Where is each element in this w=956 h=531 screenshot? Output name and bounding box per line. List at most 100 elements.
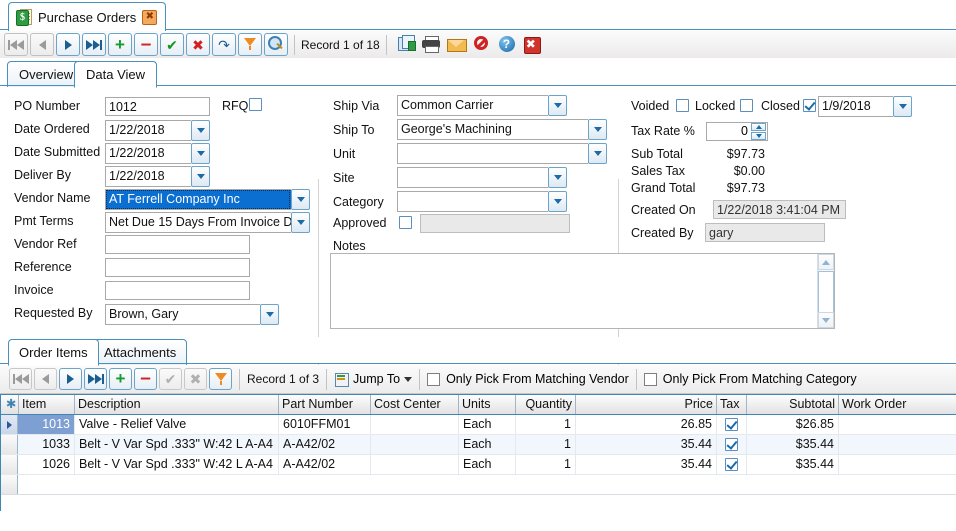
grid-header-item[interactable]: Item <box>19 395 75 414</box>
cross-icon[interactable]: ✖ <box>186 33 210 56</box>
cell-tax[interactable] <box>717 435 747 454</box>
scroll-up-icon[interactable] <box>818 254 834 270</box>
category-combo[interactable] <box>397 191 567 212</box>
grid-last-record-icon[interactable] <box>84 368 107 390</box>
chevron-down-icon[interactable] <box>588 143 607 164</box>
copy-icon[interactable] <box>396 34 418 55</box>
grid-header-description[interactable]: Description <box>75 395 279 414</box>
first-record-icon[interactable] <box>4 33 28 56</box>
cell-subtotal[interactable]: $35.44 <box>747 455 839 474</box>
cell-units[interactable]: Each <box>459 415 516 434</box>
cell-price[interactable]: 26.85 <box>576 415 717 434</box>
chevron-down-icon[interactable] <box>291 189 310 210</box>
tax-rate-stepper[interactable]: 0 <box>706 122 768 141</box>
site-combo[interactable] <box>397 167 567 188</box>
grid-header-quantity[interactable]: Quantity <box>516 395 576 414</box>
grid-first-record-icon[interactable] <box>9 368 32 390</box>
printer-icon[interactable] <box>421 34 443 55</box>
envelope-icon[interactable] <box>446 34 468 55</box>
cell-work-order[interactable] <box>839 455 956 474</box>
help-icon[interactable]: ? <box>496 34 518 55</box>
row-indicator[interactable] <box>1 435 18 454</box>
grid-header-cost-center[interactable]: Cost Center <box>371 395 459 414</box>
close-red-icon[interactable]: ✖ <box>521 34 543 55</box>
cell-part-number[interactable]: A-A42/02 <box>279 435 371 454</box>
grid-filter-icon[interactable] <box>209 368 232 390</box>
tax-checkbox[interactable] <box>725 458 738 472</box>
cell-quantity[interactable]: 1 <box>516 415 576 434</box>
table-row-new[interactable] <box>1 475 956 495</box>
grid-header-tax[interactable]: Tax <box>717 395 747 414</box>
grid-select-all-icon[interactable]: ✱ <box>3 395 19 414</box>
table-row[interactable]: 1033 Belt - V Var Spd .333" W:42 L A-A4 … <box>1 435 956 455</box>
cell-part-number[interactable]: 6010FFM01 <box>279 415 371 434</box>
close-icon[interactable]: ✖ <box>142 9 158 25</box>
vendor-ref-input[interactable] <box>105 235 250 254</box>
cell-subtotal[interactable]: $35.44 <box>747 435 839 454</box>
cell-price[interactable]: 35.44 <box>576 455 717 474</box>
only-pick-vendor-checkbox[interactable] <box>427 372 441 386</box>
chevron-down-icon[interactable] <box>548 167 567 188</box>
chevron-down-icon[interactable] <box>191 143 210 164</box>
cell-work-order[interactable] <box>839 435 956 454</box>
scroll-down-icon[interactable] <box>818 312 834 328</box>
date-submitted-picker[interactable]: 1/22/2018 <box>105 143 210 164</box>
cell-item[interactable]: 1026 <box>18 455 75 474</box>
grid-header-part-number[interactable]: Part Number <box>279 395 371 414</box>
redo-icon[interactable]: ↷ <box>212 33 236 56</box>
tax-checkbox[interactable] <box>725 418 738 432</box>
cell-subtotal[interactable]: $26.85 <box>747 415 839 434</box>
last-record-icon[interactable] <box>82 33 106 56</box>
previous-record-icon[interactable] <box>30 33 54 56</box>
grid-cancel-row-icon[interactable]: ✖ <box>184 368 207 390</box>
row-indicator-new[interactable] <box>1 475 18 494</box>
chevron-down-icon[interactable] <box>548 191 567 212</box>
plus-icon[interactable]: + <box>108 33 132 56</box>
only-pick-category-checkbox[interactable] <box>643 372 657 386</box>
only-pick-category-checkbox-wrap[interactable]: Only Pick From Matching Category <box>643 372 857 386</box>
cell-tax[interactable] <box>717 415 747 434</box>
cell-tax[interactable] <box>717 455 747 474</box>
cell-cost-center[interactable] <box>371 435 459 454</box>
chevron-down-icon[interactable] <box>291 212 310 233</box>
grid-header-subtotal[interactable]: Subtotal <box>747 395 839 414</box>
date-ordered-picker[interactable]: 1/22/2018 <box>105 120 210 141</box>
stepper-up-icon[interactable] <box>751 123 766 131</box>
ship-to-combo[interactable]: George's Machining <box>397 119 607 140</box>
cell-description[interactable]: Belt - V Var Spd .333" W:42 L A-A4 <box>75 435 279 454</box>
cell-description[interactable]: Valve - Relief Valve <box>75 415 279 434</box>
grid-header-units[interactable]: Units <box>459 395 516 414</box>
tab-attachments[interactable]: Attachments <box>93 339 188 366</box>
grid-add-row-icon[interactable]: + <box>109 368 132 390</box>
cell-item[interactable]: 1013 <box>18 415 75 434</box>
grid-next-record-icon[interactable] <box>59 368 82 390</box>
next-record-icon[interactable] <box>56 33 80 56</box>
chevron-down-icon[interactable] <box>191 120 210 141</box>
row-indicator[interactable] <box>1 415 18 434</box>
grid-header-price[interactable]: Price <box>576 395 717 414</box>
grid-delete-row-icon[interactable]: – <box>134 368 157 390</box>
funnel-icon[interactable] <box>238 33 262 56</box>
chevron-down-icon[interactable] <box>893 96 912 117</box>
cell-quantity[interactable]: 1 <box>516 455 576 474</box>
cell-cost-center[interactable] <box>371 415 459 434</box>
check-icon[interactable]: ✔ <box>160 33 184 56</box>
cell-work-order[interactable] <box>839 415 956 434</box>
row-indicator[interactable] <box>1 455 18 474</box>
cell-cost-center[interactable] <box>371 455 459 474</box>
cell-units[interactable]: Each <box>459 455 516 474</box>
tax-checkbox[interactable] <box>725 438 738 452</box>
tab-order-items[interactable]: Order Items <box>8 339 99 366</box>
deliver-by-picker[interactable]: 1/22/2018 <box>105 166 210 187</box>
cell-part-number[interactable]: A-A42/02 <box>279 455 371 474</box>
locked-checkbox[interactable] <box>740 99 753 112</box>
grid-save-row-icon[interactable]: ✔ <box>159 368 182 390</box>
stepper-down-icon[interactable] <box>751 132 766 140</box>
requested-by-combo[interactable]: Brown, Gary <box>105 304 279 325</box>
magnifier-icon[interactable] <box>264 33 288 56</box>
chevron-down-icon[interactable] <box>588 119 607 140</box>
unit-combo[interactable] <box>397 143 607 164</box>
cell-description[interactable]: Belt - V Var Spd .333" W:42 L A-A4 <box>75 455 279 474</box>
grid-previous-record-icon[interactable] <box>34 368 57 390</box>
approved-checkbox[interactable] <box>399 216 412 229</box>
